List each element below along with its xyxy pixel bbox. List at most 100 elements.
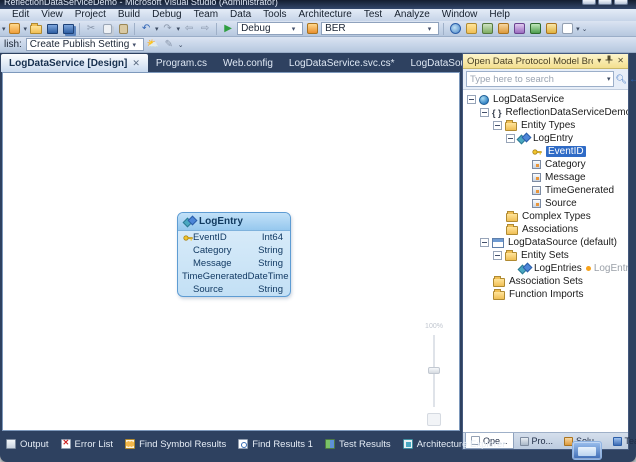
redo-icon[interactable]: ↷ bbox=[161, 22, 175, 35]
tab-web-config[interactable]: Web.config bbox=[215, 55, 281, 72]
paste-icon[interactable] bbox=[116, 22, 130, 35]
collapse-icon[interactable] bbox=[480, 238, 489, 247]
tree-item-association-sets[interactable]: Association Sets bbox=[463, 275, 628, 288]
combo-caret-icon[interactable]: ▾ bbox=[424, 23, 435, 34]
start-debugging-icon[interactable]: ▶ bbox=[221, 22, 235, 35]
toolbar-overflow-icon[interactable]: ⌄ bbox=[178, 41, 184, 49]
open-file-icon[interactable] bbox=[29, 22, 43, 35]
tree-item-reflectiondataservicedemo[interactable]: ReflectionDataServiceDemo bbox=[463, 106, 628, 119]
menu-view[interactable]: View bbox=[35, 9, 69, 21]
cut-icon[interactable]: ✂ bbox=[84, 22, 98, 35]
publish-settings-combo[interactable]: Create Publish Settings ▾ bbox=[26, 38, 144, 51]
bottom-tab-output[interactable]: Output bbox=[2, 439, 53, 450]
save-all-icon[interactable] bbox=[61, 22, 75, 35]
tree-item-timegenerated[interactable]: TimeGenerated bbox=[463, 184, 628, 197]
collapse-icon[interactable] bbox=[467, 95, 476, 104]
navigate-backward-icon[interactable]: ⇦ bbox=[182, 22, 196, 35]
redo-caret[interactable]: ▾ bbox=[177, 25, 181, 33]
tree-item-entity-types[interactable]: Entity Types bbox=[463, 119, 628, 132]
start-page-icon[interactable] bbox=[544, 22, 558, 35]
close-button[interactable] bbox=[614, 0, 628, 5]
combo-caret-icon[interactable]: ▾ bbox=[129, 39, 140, 50]
toolbar-overflow-icon[interactable]: ⌄ bbox=[582, 25, 588, 33]
zoom-slider-thumb[interactable] bbox=[428, 367, 440, 374]
tree-item-logentries[interactable]: LogEntries LogEntry bbox=[463, 262, 628, 275]
object-browser-icon[interactable] bbox=[512, 22, 526, 35]
undo-icon[interactable]: ↶ bbox=[139, 22, 153, 35]
menu-debug[interactable]: Debug bbox=[146, 9, 187, 21]
tab-logdataservice-svc-cs[interactable]: LogDataService.svc.cs* bbox=[281, 55, 403, 72]
entity-row-source[interactable]: Source String bbox=[178, 283, 290, 296]
bottom-tab-find-symbol-results[interactable]: Find Symbol Results bbox=[121, 439, 230, 450]
menu-build[interactable]: Build bbox=[112, 9, 146, 21]
undo-caret[interactable]: ▾ bbox=[155, 25, 159, 33]
menu-data[interactable]: Data bbox=[224, 9, 257, 21]
menu-test[interactable]: Test bbox=[358, 9, 388, 21]
combo-caret-icon[interactable]: ▾ bbox=[288, 23, 299, 34]
menu-window[interactable]: Window bbox=[436, 9, 484, 21]
menu-analyze[interactable]: Analyze bbox=[388, 9, 436, 21]
entity-shape-logentry[interactable]: LogEntry EventID Int64 Category String M… bbox=[177, 212, 291, 297]
bottom-tab-find-results-1[interactable]: Find Results 1 bbox=[234, 439, 317, 450]
new-item-caret[interactable]: ▾ bbox=[24, 25, 28, 33]
collapse-icon[interactable] bbox=[480, 108, 489, 117]
copy-icon[interactable] bbox=[100, 22, 114, 35]
menu-edit[interactable]: Edit bbox=[6, 9, 35, 21]
collapse-icon[interactable] bbox=[506, 134, 515, 143]
solution-configurations-combo[interactable]: Debug ▾ bbox=[237, 22, 303, 35]
menu-architecture[interactable]: Architecture bbox=[293, 9, 358, 21]
find-combo[interactable]: BER ▾ bbox=[321, 22, 439, 35]
tree-item-message[interactable]: Message bbox=[463, 171, 628, 184]
toolbar-group-caret[interactable]: ▾ bbox=[576, 25, 580, 33]
tree-item-source[interactable]: Source bbox=[463, 197, 628, 210]
tool-window-header[interactable]: Open Data Protocol Model Browser ▾ ✕ bbox=[463, 54, 628, 69]
menu-project[interactable]: Project bbox=[69, 9, 112, 21]
command-window-icon[interactable] bbox=[560, 22, 574, 35]
menu-team[interactable]: Team bbox=[188, 9, 224, 21]
entity-header[interactable]: LogEntry bbox=[178, 213, 290, 231]
entity-row-eventid[interactable]: EventID Int64 bbox=[178, 231, 290, 244]
toolbar-overflow-caret[interactable]: ▾ bbox=[2, 25, 6, 33]
solution-explorer-icon[interactable] bbox=[480, 22, 494, 35]
tree-item-eventid[interactable]: EventID bbox=[463, 145, 628, 158]
tree-item-associations[interactable]: Associations bbox=[463, 223, 628, 236]
minimize-button[interactable] bbox=[582, 0, 596, 5]
extension-icon[interactable] bbox=[305, 22, 319, 35]
entity-row-category[interactable]: Category String bbox=[178, 244, 290, 257]
title-bar[interactable]: ReflectionDataServiceDemo - Microsoft Vi… bbox=[0, 0, 636, 9]
pin-icon[interactable] bbox=[605, 55, 613, 68]
panel-tab-properties[interactable]: Pro... bbox=[515, 433, 559, 449]
bottom-tab-architecture-explorer[interactable]: Architecture Explorer bbox=[399, 439, 510, 450]
maximize-button[interactable] bbox=[598, 0, 612, 5]
tree-item-logdataservice[interactable]: LogDataService bbox=[463, 93, 628, 106]
zoom-fit-button[interactable] bbox=[427, 413, 441, 426]
tree-item-complex-types[interactable]: Complex Types bbox=[463, 210, 628, 223]
properties-window-icon[interactable] bbox=[496, 22, 510, 35]
tree-item-function-imports[interactable]: Function Imports bbox=[463, 288, 628, 301]
window-preview-icon[interactable] bbox=[572, 441, 602, 460]
search-history-caret-icon[interactable]: ▾ bbox=[605, 75, 613, 83]
tab-logdataservice-design[interactable]: LogDataService [Design] ✕ bbox=[1, 54, 148, 72]
entity-row-timegenerated[interactable]: TimeGenerated DateTime bbox=[178, 270, 290, 283]
panel-tab-team-explorer[interactable]: Tea... bbox=[608, 433, 636, 449]
tree-item-category[interactable]: Category bbox=[463, 158, 628, 171]
save-icon[interactable] bbox=[45, 22, 59, 35]
tab-program-cs[interactable]: Program.cs bbox=[148, 55, 215, 72]
search-box[interactable]: ▾ bbox=[466, 71, 614, 87]
tree-item-entity-sets[interactable]: Entity Sets bbox=[463, 249, 628, 262]
tab-close-icon[interactable]: ✕ bbox=[132, 55, 140, 72]
tree-item-logdatasource[interactable]: LogDataSource (default) bbox=[463, 236, 628, 249]
bottom-tab-error-list[interactable]: Error List bbox=[57, 439, 118, 450]
publish-icon[interactable]: ⛅ bbox=[146, 38, 160, 51]
publish-settings-icon[interactable]: ✎ bbox=[162, 38, 176, 51]
menu-tools[interactable]: Tools bbox=[257, 9, 292, 21]
navigate-forward-icon[interactable]: ⇨ bbox=[198, 22, 212, 35]
entity-row-message[interactable]: Message String bbox=[178, 257, 290, 270]
search-icon[interactable]: 🔍︎ bbox=[616, 74, 627, 85]
close-panel-icon[interactable]: ✕ bbox=[617, 55, 624, 67]
back-arrow-icon[interactable]: ← bbox=[629, 74, 636, 85]
collapse-icon[interactable] bbox=[493, 251, 502, 260]
find-in-files-icon[interactable] bbox=[448, 22, 462, 35]
collapse-icon[interactable] bbox=[493, 121, 502, 130]
search-input[interactable] bbox=[467, 74, 605, 85]
